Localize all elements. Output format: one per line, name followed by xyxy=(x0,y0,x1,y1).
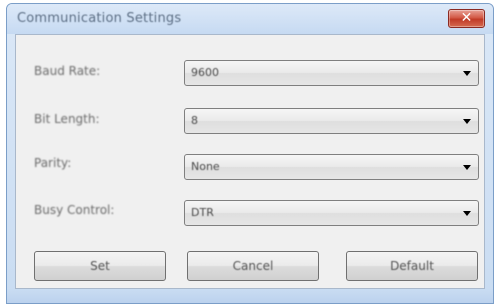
window-title: Communication Settings xyxy=(17,11,182,26)
chevron-down-icon xyxy=(463,119,471,124)
communication-settings-dialog: Communication Settings ✕ Baud Rate: 9600… xyxy=(6,3,494,304)
cancel-button-label: Cancel xyxy=(232,259,274,273)
baud-rate-select[interactable]: 9600 xyxy=(184,60,479,86)
bit-length-value: 8 xyxy=(191,114,198,127)
window-bottom-frame xyxy=(7,289,493,303)
busy-control-select[interactable]: DTR xyxy=(184,200,479,226)
default-button[interactable]: Default xyxy=(346,251,478,281)
baud-rate-label: Baud Rate: xyxy=(34,64,101,78)
busy-control-value: DTR xyxy=(191,206,214,219)
chevron-down-icon xyxy=(463,71,471,76)
cancel-button[interactable]: Cancel xyxy=(187,251,319,281)
dialog-body: Baud Rate: 9600 Bit Length: 8 Parity: No… xyxy=(15,34,485,289)
parity-value: None xyxy=(191,160,220,173)
close-button[interactable]: ✕ xyxy=(448,9,485,28)
parity-select[interactable]: None xyxy=(184,154,479,180)
chevron-down-icon xyxy=(463,165,471,170)
parity-label: Parity: xyxy=(34,156,72,170)
set-button-label: Set xyxy=(90,259,110,273)
bit-length-select[interactable]: 8 xyxy=(184,108,479,134)
default-button-label: Default xyxy=(390,259,434,273)
chevron-down-icon xyxy=(463,211,471,216)
bit-length-label: Bit Length: xyxy=(34,112,100,126)
baud-rate-value: 9600 xyxy=(191,66,219,79)
close-icon: ✕ xyxy=(460,10,473,26)
busy-control-label: Busy Control: xyxy=(34,203,115,217)
title-bar[interactable]: Communication Settings ✕ xyxy=(7,4,493,34)
set-button[interactable]: Set xyxy=(34,251,166,281)
